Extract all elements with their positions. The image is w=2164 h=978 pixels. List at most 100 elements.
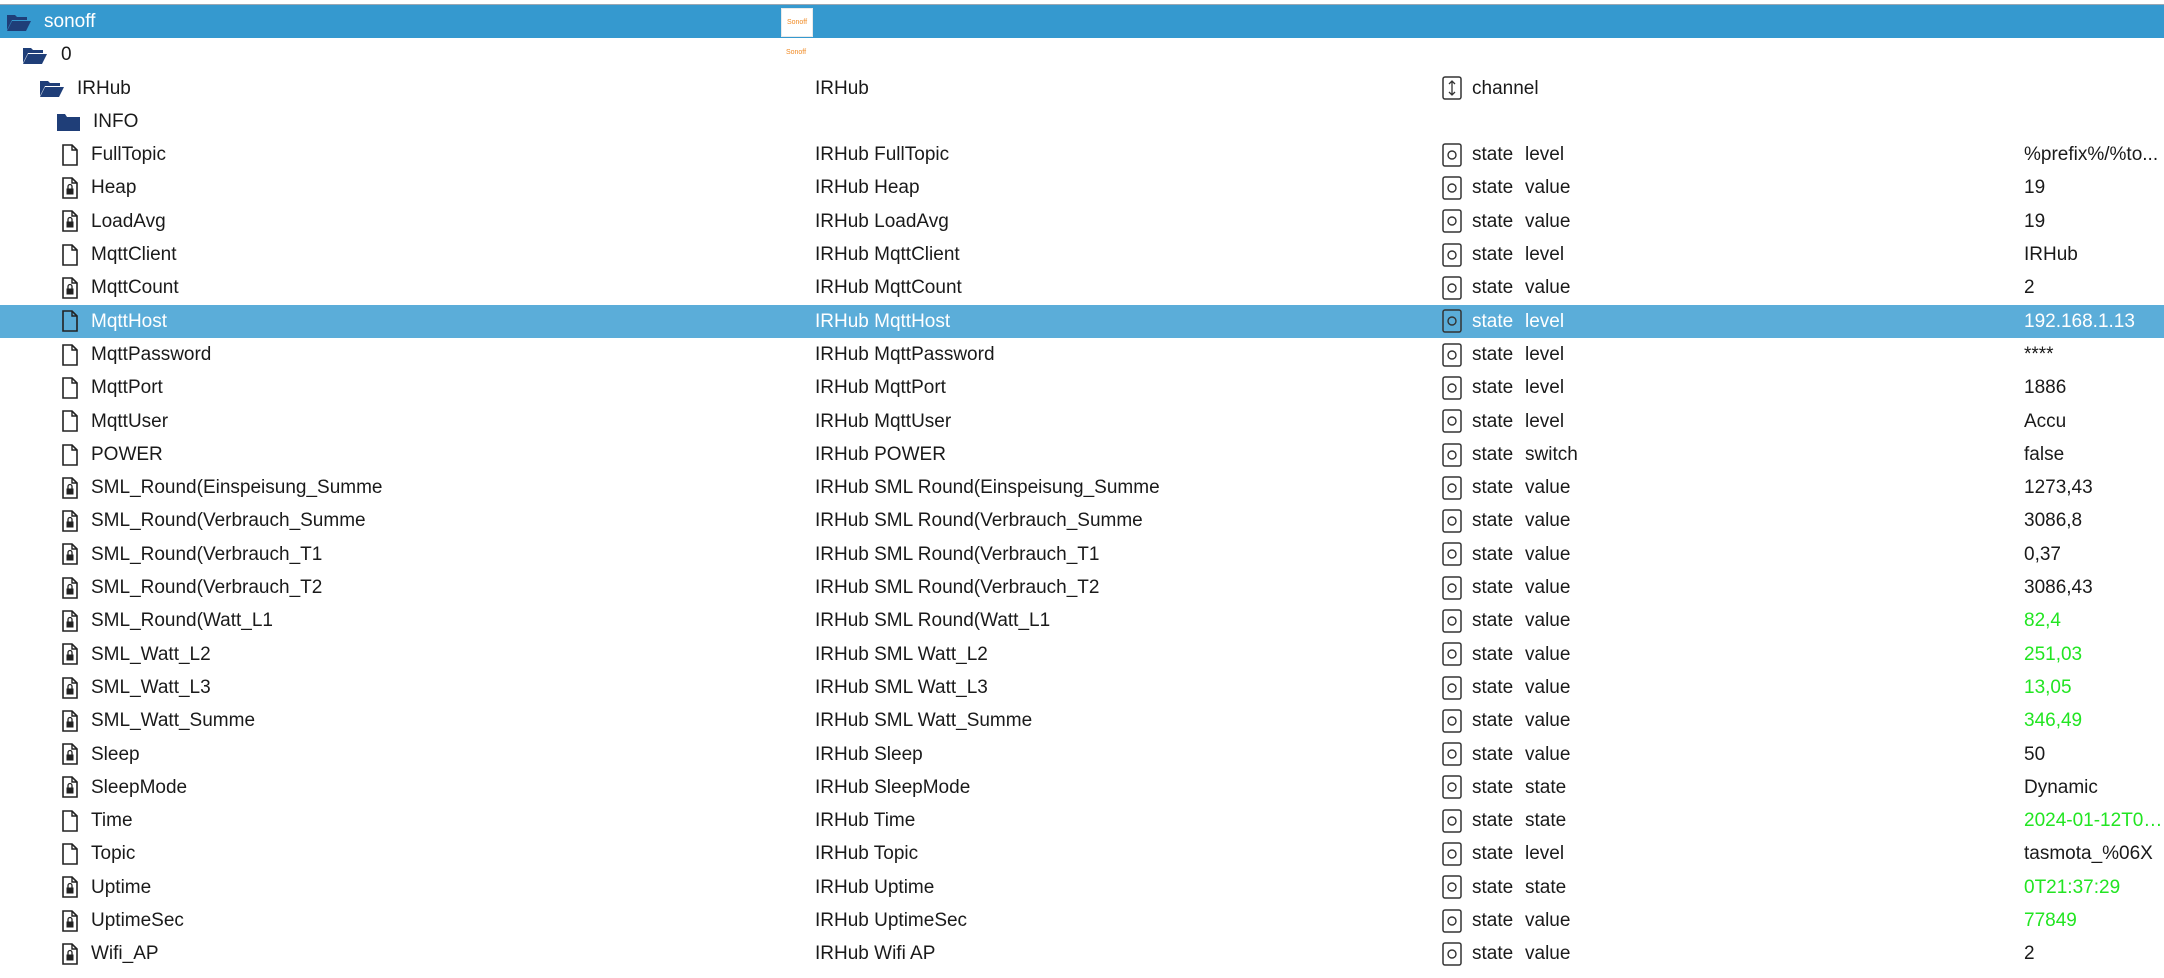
- state-kind: state: [1472, 610, 1514, 632]
- type-cell: state value: [1442, 271, 2002, 304]
- type-cell: state level: [1442, 837, 2002, 870]
- state-value[interactable]: 77849: [2024, 904, 2164, 937]
- state-icon: [1442, 476, 1462, 500]
- file-lock-icon: [61, 510, 79, 532]
- state-title: IRHub MqttUser: [815, 410, 952, 432]
- state-id: SML_Watt_Summe: [91, 710, 256, 732]
- state-value[interactable]: 3086,8: [2024, 504, 2164, 537]
- state-id: Heap: [91, 177, 137, 199]
- state-id: SML_Round(Einspeisung_Summe: [91, 477, 383, 499]
- state-value[interactable]: Accu: [2024, 405, 2164, 438]
- table-row[interactable]: Uptime IRHub Uptime state state 0T21:37:29: [0, 871, 2164, 904]
- name-cell: IRHub: [0, 72, 780, 105]
- table-row[interactable]: LoadAvg IRHub LoadAvg state value 19: [0, 205, 2164, 238]
- table-row[interactable]: Sleep IRHub Sleep state value 50: [0, 738, 2164, 771]
- folder-icon[interactable]: [56, 112, 81, 132]
- state-role: level: [1525, 310, 1565, 332]
- type-cell: state level: [1442, 238, 2002, 271]
- table-row[interactable]: SML_Round(Verbrauch_T2 IRHub SML Round(Ve…: [0, 571, 2164, 604]
- file-lock-icon: [61, 943, 79, 965]
- file-icon: [61, 243, 79, 266]
- state-value[interactable]: 1886: [2024, 371, 2164, 404]
- table-row[interactable]: MqttClient IRHub MqttClient state level IRHu…: [0, 238, 2164, 271]
- state-icon: [1442, 442, 1462, 467]
- tree-label: IRHub: [77, 77, 131, 99]
- file-lock-icon: [61, 743, 79, 765]
- state-value[interactable]: 192.168.1.13: [2024, 305, 2164, 338]
- table-row[interactable]: MqttUser IRHub MqttUser state level Accu: [0, 405, 2164, 438]
- state-value[interactable]: 82,4: [2024, 604, 2164, 637]
- state-value[interactable]: 3086,43: [2024, 571, 2164, 604]
- state-value[interactable]: 2: [2024, 271, 2164, 304]
- table-row[interactable]: Heap IRHub Heap state value 19: [0, 171, 2164, 204]
- state-value[interactable]: 19: [2024, 171, 2164, 204]
- state-value[interactable]: IRHub: [2024, 238, 2164, 271]
- table-row[interactable]: POWER IRHub POWER state switch false: [0, 438, 2164, 471]
- state-id: FullTopic: [91, 144, 166, 166]
- table-row[interactable]: MqttPort IRHub MqttPort state level 1886: [0, 371, 2164, 404]
- tree-row-sonoff[interactable]: sonoff Sonoff: [0, 5, 2164, 39]
- state-value[interactable]: 251,03: [2024, 638, 2164, 671]
- object-tree: sonoff Sonoff 0 Sonoff IRHub IRHub chann…: [0, 5, 2164, 971]
- folder-open-icon[interactable]: [39, 78, 65, 98]
- state-icon: [1442, 942, 1462, 966]
- table-row[interactable]: MqttHost IRHub MqttHost state level 192.168.…: [0, 304, 2164, 338]
- table-row[interactable]: Time IRHub Time state state 2024-01-12T08...: [0, 804, 2164, 837]
- table-row[interactable]: SML_Round(Verbrauch_T1 IRHub SML Round(Ve…: [0, 538, 2164, 571]
- table-row[interactable]: MqttPassword IRHub MqttPassword state level…: [0, 338, 2164, 371]
- tree-row-info[interactable]: INFO: [0, 105, 2164, 138]
- state-value[interactable]: ****: [2024, 338, 2164, 371]
- state-value[interactable]: false: [2024, 438, 2164, 471]
- type-cell: state value: [1442, 571, 2002, 604]
- state-icon: [1442, 875, 1462, 900]
- table-row[interactable]: FullTopic IRHub FullTopic state level %prefi…: [0, 138, 2164, 171]
- table-row[interactable]: SML_Round(Einspeisung_Summe IRHub SML Rou…: [0, 471, 2164, 504]
- folder-open-icon[interactable]: [6, 12, 32, 32]
- table-row[interactable]: Topic IRHub Topic state level tasmota_%06X: [0, 837, 2164, 870]
- type-cell: state value: [1442, 171, 2002, 204]
- state-icon: [1442, 575, 1462, 600]
- state-kind: state: [1472, 477, 1514, 499]
- state-kind: state: [1472, 577, 1514, 599]
- type-cell: state value: [1442, 738, 2002, 771]
- table-row[interactable]: SML_Round(Verbrauch_Summe IRHub SML Round…: [0, 504, 2164, 537]
- state-kind: state: [1472, 743, 1514, 765]
- state-value[interactable]: 0T21:37:29: [2024, 871, 2164, 904]
- state-id: MqttUser: [91, 410, 169, 432]
- state-id: SML_Watt_L3: [91, 676, 211, 698]
- state-kind: state: [1472, 377, 1514, 399]
- folder-open-icon[interactable]: [22, 45, 48, 65]
- name-cell: MqttPort: [0, 371, 780, 404]
- type-cell: state value: [1442, 471, 2002, 504]
- state-role: state: [1525, 810, 1567, 832]
- table-row[interactable]: UptimeSec IRHub UptimeSec state value 77849: [0, 904, 2164, 937]
- state-value[interactable]: tasmota_%06X: [2024, 837, 2164, 870]
- table-row[interactable]: SleepMode IRHub SleepMode state state Dynami…: [0, 771, 2164, 804]
- state-icon: [1442, 509, 1462, 533]
- table-row[interactable]: MqttCount IRHub MqttCount state value 2: [0, 271, 2164, 304]
- file-lock-icon: [61, 543, 79, 566]
- state-value[interactable]: 19: [2024, 205, 2164, 238]
- table-row[interactable]: SML_Watt_L3 IRHub SML Watt_L3 state value 13…: [0, 671, 2164, 704]
- state-value[interactable]: 13,05: [2024, 671, 2164, 704]
- state-value[interactable]: 0,37: [2024, 538, 2164, 571]
- state-value[interactable]: 2: [2024, 937, 2164, 970]
- state-id: SML_Round(Verbrauch_Summe: [91, 510, 366, 532]
- state-value[interactable]: %prefix%/%to...: [2024, 138, 2164, 171]
- table-row[interactable]: SML_Watt_L2 IRHub SML Watt_L2 state value 25…: [0, 638, 2164, 671]
- name-cell: SML_Watt_L2: [0, 638, 780, 671]
- file-icon: [61, 144, 79, 166]
- table-row[interactable]: SML_Watt_Summe IRHub SML Watt_Summe state v…: [0, 704, 2164, 737]
- tree-row-instance-0[interactable]: 0 Sonoff: [0, 38, 2164, 71]
- file-icon: [61, 377, 79, 399]
- state-icon: [1442, 276, 1462, 300]
- state-value[interactable]: 50: [2024, 738, 2164, 771]
- name-cell: FullTopic: [0, 138, 780, 171]
- table-row[interactable]: SML_Round(Watt_L1 IRHub SML Round(Watt_L1…: [0, 604, 2164, 637]
- tree-row-irhub[interactable]: IRHub IRHub channel: [0, 72, 2164, 105]
- state-value[interactable]: 2024-01-12T08...: [2024, 804, 2164, 837]
- state-value[interactable]: Dynamic: [2024, 771, 2164, 804]
- state-value[interactable]: 1273,43: [2024, 471, 2164, 504]
- table-row[interactable]: Wifi_AP IRHub Wifi AP state value 2: [0, 937, 2164, 970]
- state-value[interactable]: 346,49: [2024, 704, 2164, 737]
